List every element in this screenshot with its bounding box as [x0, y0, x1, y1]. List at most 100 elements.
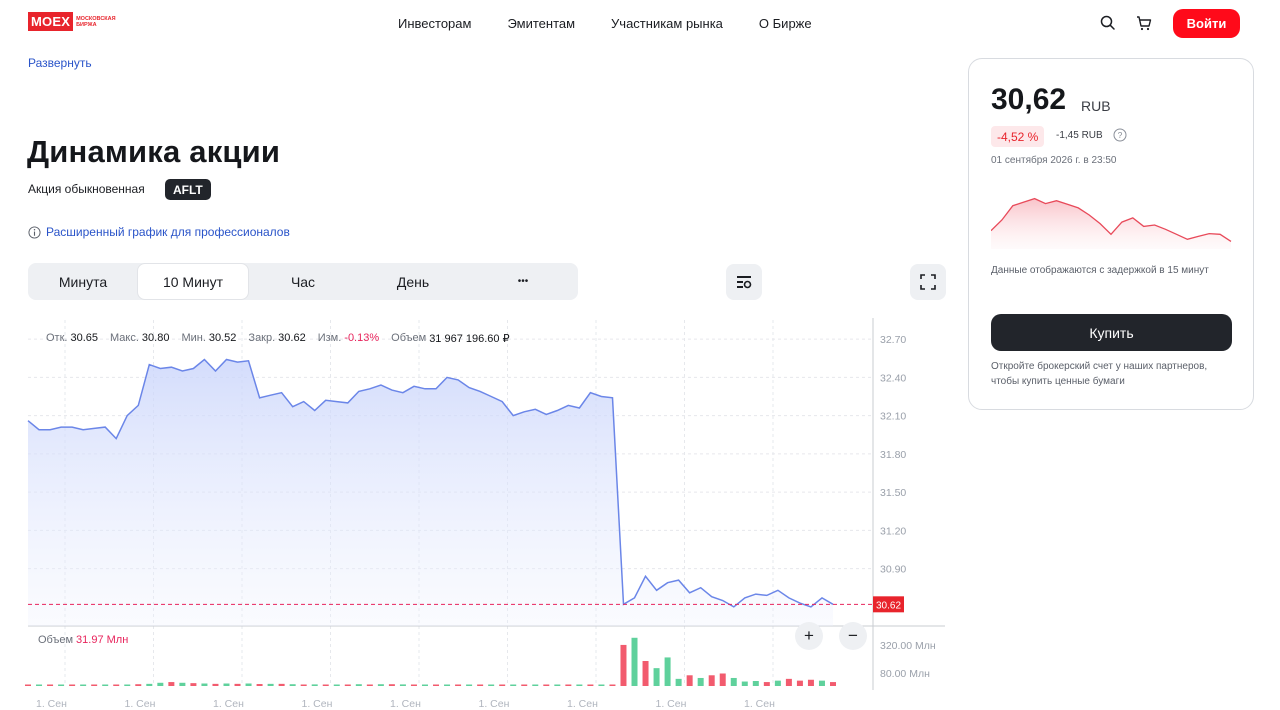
nav-issuers[interactable]: Эмитентам [507, 16, 575, 31]
volume-bar [477, 684, 484, 686]
close-label: Закр. [248, 332, 276, 344]
volume-bar [697, 677, 704, 686]
y-tick-label: 30.90 [880, 564, 906, 576]
close-value: 30.62 [278, 332, 306, 344]
volume-bar [796, 680, 803, 686]
share-type: Акция обыкновенная [28, 182, 145, 196]
volume-bar [69, 684, 76, 686]
x-tick-label: 1. Сен [390, 698, 421, 710]
info-icon [28, 225, 41, 239]
change-percent-badge: -4,52 % [991, 126, 1045, 147]
volume-bar [488, 684, 495, 686]
volume-bar [830, 682, 836, 686]
volume-bar [433, 684, 440, 686]
ohlc-readout: Отк. 30.65 Макс. 30.80 Мин. 30.52 Закр. 30.6… [46, 332, 522, 345]
volume-bar [157, 682, 164, 686]
volume-bar [366, 684, 373, 686]
volume-bar [587, 684, 594, 686]
price-chart[interactable]: 32.70 32.40 32.10 31.80 31.50 31.20 30.90 30.62… [0, 310, 950, 710]
volume-bar [25, 684, 31, 686]
y-tick-label: 31.50 [880, 487, 906, 499]
volume-bar [102, 684, 109, 686]
search-icon[interactable] [1099, 14, 1117, 32]
tab-minute[interactable]: Минута [28, 263, 138, 300]
volume-bar [708, 675, 715, 686]
volume-bar [322, 684, 329, 686]
volume-bar [664, 657, 671, 686]
interval-tabs: Минута 10 Минут Час День ••• [28, 263, 578, 300]
x-tick-label: 1. Сен [213, 698, 244, 710]
x-tick-label: 1. Сен [125, 698, 156, 710]
volume-panel-title: Объем [38, 634, 74, 646]
y-tick-label: 32.70 [880, 334, 906, 346]
help-icon[interactable]: ? [1113, 128, 1127, 142]
x-tick-label: 1. Сен [479, 698, 510, 710]
x-tick-label: 1. Сен [36, 698, 67, 710]
moex-logo[interactable]: MOEX МОСКОВСКАЯ БИРЖА [28, 12, 124, 31]
nav-about[interactable]: О Бирже [759, 16, 812, 31]
volume-bar [289, 684, 296, 686]
volume-bar [311, 684, 318, 686]
volume-panel-value: 31.97 Млн [76, 634, 129, 646]
cart-icon[interactable] [1135, 14, 1153, 32]
volume-y-tick-label: 320.00 Млн [880, 640, 936, 652]
volume-bar [190, 683, 197, 686]
volume-bar [631, 637, 638, 686]
volume-bar [47, 684, 54, 686]
volume-bar [410, 684, 417, 686]
x-tick-label: 1. Сен [656, 698, 687, 710]
page-title: Динамика акции [27, 134, 281, 169]
tab-more[interactable]: ••• [468, 263, 578, 300]
volume-bar [774, 680, 781, 686]
nav-investors[interactable]: Инвесторам [398, 16, 471, 31]
tab-day[interactable]: День [358, 263, 468, 300]
volume-bar [113, 684, 120, 686]
pro-chart-link[interactable]: Расширенный график для профессионалов [28, 225, 290, 239]
change-absolute: -1,45 RUB [1056, 130, 1103, 141]
current-price-tag-text: 30.62 [876, 600, 901, 611]
volume-bar [818, 680, 825, 686]
volume-bar [565, 684, 572, 686]
tab-hour[interactable]: Час [248, 263, 358, 300]
volume-bar [752, 681, 759, 686]
buy-button[interactable]: Купить [991, 314, 1232, 351]
volume-bar [58, 684, 65, 686]
volume-bar [344, 684, 351, 686]
volume-bar [554, 684, 561, 686]
volume-bar [234, 683, 241, 686]
tab-10-minutes[interactable]: 10 Минут [137, 263, 249, 300]
volume-bar [455, 684, 462, 686]
change-value: -0.13% [344, 332, 380, 344]
current-price: 30,62 [991, 83, 1067, 116]
volume-bar [620, 644, 627, 686]
volume-bar [245, 683, 252, 686]
top-header: MOEX МОСКОВСКАЯ БИРЖА Инвесторам Эмитент… [0, 0, 1280, 48]
login-button[interactable]: Войти [1173, 9, 1240, 38]
volume-bar [135, 684, 142, 686]
volume-bar [686, 675, 693, 686]
volume-bar [532, 684, 539, 686]
low-label: Мин. [181, 332, 206, 344]
volume-bar [741, 681, 748, 686]
volume-bar [223, 683, 230, 686]
mini-sparkline [991, 197, 1232, 249]
open-value: 30.65 [70, 332, 98, 344]
nav-market-participants[interactable]: Участникам рынка [611, 16, 723, 31]
zoom-out-button[interactable]: − [839, 622, 867, 650]
volume-bar [91, 684, 98, 686]
volume-bar [179, 682, 186, 686]
volume-bar [36, 684, 43, 686]
expand-link[interactable]: Развернуть [28, 56, 92, 70]
volume-bar [598, 684, 605, 686]
volume-bar [466, 684, 473, 686]
volume-bar [256, 684, 263, 686]
open-label: Отк. [46, 332, 68, 344]
chart-settings-button[interactable] [726, 264, 762, 300]
volume-bar [785, 678, 792, 686]
fullscreen-button[interactable] [910, 264, 946, 300]
zoom-in-button[interactable]: + [795, 622, 823, 650]
volume-bar [675, 678, 682, 686]
volume-bar [576, 684, 583, 686]
volume-bar [421, 684, 428, 686]
volume-label: Объем [391, 332, 427, 344]
